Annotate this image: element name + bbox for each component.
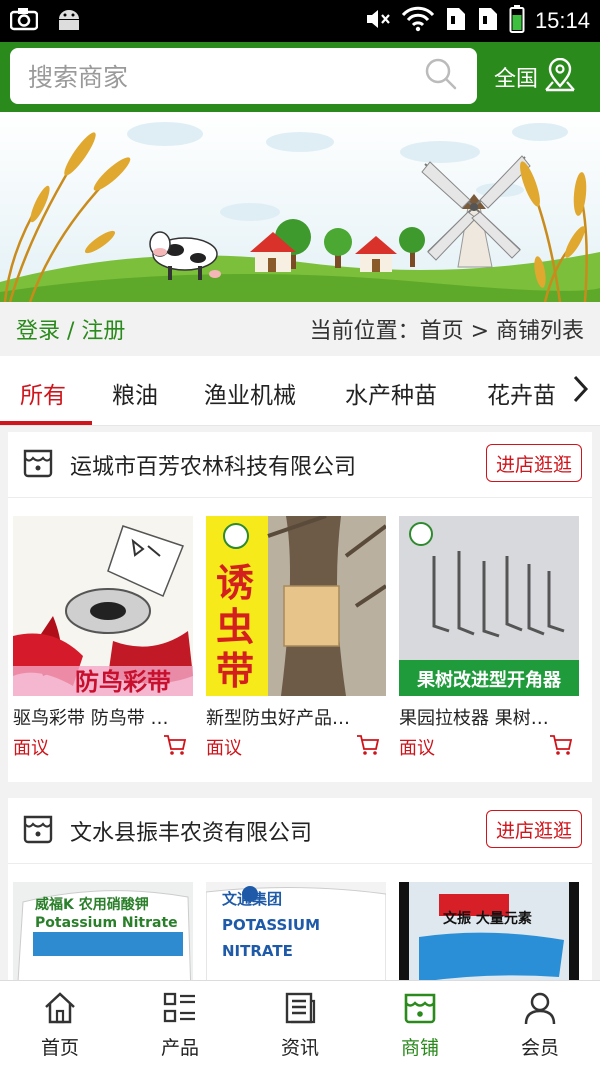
nav-shops[interactable]: 商铺 [360,981,480,1067]
cart-icon[interactable] [356,734,380,760]
product-image[interactable]: 防鸟彩带 [13,516,193,696]
category-tabs: 所有 粮油 渔业机械 水产种苗 花卉苗 [0,356,600,426]
region-selector[interactable]: 全国 [494,57,576,96]
product-card[interactable]: 文通集团 POTASSIUM NITRATE 诱虫带 新型防虫好产品… 面议 [206,516,386,760]
nav-products-label: 产品 [160,1037,199,1059]
battery-icon [509,5,525,37]
app-screen: 15:14 搜索商家 全国 登录 / 注册 当前位置：首页 > 商铺列表 所有 … [0,0,600,1067]
search-input[interactable]: 搜索商家 [10,48,477,104]
product-list: 防鸟彩带 驱鸟彩带 防鸟带 … 面议 诱虫带 新型防虫好产品… 面议 果树改进型… [8,498,592,760]
shop-icon [403,991,437,1029]
android-icon [56,7,82,35]
product-name: 驱鸟彩带 防鸟带 … [13,708,169,729]
product-price: 面议 [206,738,242,759]
search-placeholder: 搜索商家 [28,63,129,92]
tabs-scroll-right-button[interactable] [560,356,600,425]
region-label: 全国 [494,67,539,92]
active-tab-indicator [0,421,92,425]
nav-news[interactable]: 资讯 [240,981,360,1067]
shop-card: 文水县振丰农资有限公司 进店逛逛 威福K 农用硝酸钾 Potassium Nit… [8,798,592,1062]
nav-home[interactable]: 首页 [0,981,120,1067]
product-image-caption: 果树改进型开角器 [417,670,561,691]
user-icon [523,991,557,1029]
camera-icon [9,7,39,35]
search-icon[interactable] [421,54,477,98]
sim-card-icon [477,6,499,36]
tab-fishery-machinery[interactable]: 渔业机械 [204,376,296,410]
product-name: 新型防虫好产品… [206,708,350,729]
location-bar: 登录 / 注册 当前位置：首页 > 商铺列表 [0,302,600,356]
product-card[interactable]: 果树改进型开角器 果园拉枝器 果树… 面议 [399,516,579,760]
mute-icon [365,7,391,35]
tab-grain-oil[interactable]: 粮油 [112,376,158,410]
nav-home-label: 首页 [40,1037,79,1059]
cart-icon[interactable] [549,734,573,760]
grid-list-icon [163,991,197,1029]
cart-icon[interactable] [163,734,187,760]
product-image-caption: 威福K 农用硝酸钾 Potassium Nitrate [35,897,178,931]
shop-card: 运城市百芳农林科技有限公司 进店逛逛 防鸟彩带 驱鸟彩带 防鸟带 … 面议 诱虫… [8,432,592,782]
tab-flower-seedlings[interactable]: 花卉苗 [487,376,556,410]
login-register-link[interactable]: 登录 / 注册 [16,313,125,345]
location-pin-icon [544,57,576,96]
product-image[interactable]: 文通集团 POTASSIUM NITRATE 诱虫带 [206,516,386,696]
wifi-icon [401,6,435,36]
product-card[interactable]: 防鸟彩带 驱鸟彩带 防鸟带 … 面议 [13,516,193,760]
news-icon [283,991,317,1029]
nav-news-label: 资讯 [280,1037,319,1059]
product-image-caption: 文振 大量元素 [443,911,532,927]
product-price: 面议 [13,738,49,759]
top-header: 搜索商家 全国 [0,42,600,112]
breadcrumb: 当前位置：首页 > 商铺列表 [309,319,584,344]
shop-name: 文水县振丰农资有限公司 [70,820,313,846]
shop-name: 运城市百芳农林科技有限公司 [70,454,357,480]
nav-shops-label: 商铺 [400,1037,439,1059]
product-image[interactable]: 果树改进型开角器 [399,516,579,696]
product-image-caption: 文通集团 POTASSIUM NITRATE [222,890,321,960]
product-price: 面议 [399,738,435,759]
bottom-navigation: 首页 产品 资讯 商铺 会员 [0,980,600,1067]
enter-shop-button[interactable]: 进店逛逛 [486,810,582,848]
nav-member[interactable]: 会员 [480,981,600,1067]
enter-shop-button[interactable]: 进店逛逛 [486,444,582,482]
sim-card-icon [445,6,467,36]
clock: 15:14 [534,8,590,33]
tab-aquatic-seedlings[interactable]: 水产种苗 [345,376,437,410]
nav-products[interactable]: 产品 [120,981,240,1067]
home-icon [43,991,77,1029]
product-name: 果园拉枝器 果树… [399,708,549,729]
tab-all[interactable]: 所有 [20,376,66,410]
status-bar: 15:14 [0,0,600,42]
shop-icon [22,813,54,849]
product-image-caption: 防鸟彩带 [75,668,171,696]
farm-banner-image[interactable] [0,112,600,302]
nav-member-label: 会员 [520,1037,559,1059]
chevron-right-icon [571,374,589,408]
shop-icon [22,447,54,483]
product-image-caption: 诱虫带 [216,561,255,693]
